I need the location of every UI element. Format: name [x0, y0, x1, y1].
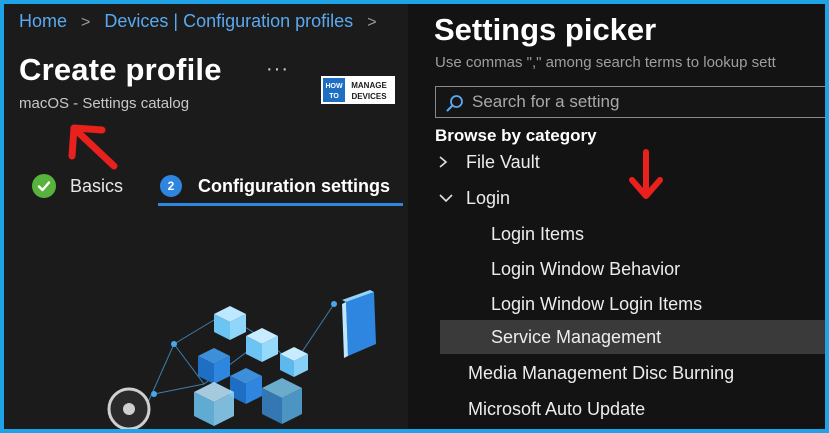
subcategory-login-window-behavior[interactable]: Login Window Behavior: [491, 252, 680, 286]
browse-by-category-heading: Browse by category: [435, 126, 605, 146]
screenshot-frame: Home > Devices | Configuration profiles …: [4, 4, 825, 429]
settings-picker-pane: Settings picker Use commas "," among sea…: [408, 4, 825, 429]
search-icon: [446, 95, 463, 112]
breadcrumb-configuration-profiles[interactable]: Devices | Configuration profiles: [104, 11, 353, 31]
chevron-right-icon: [438, 155, 454, 169]
wizard-steps: Basics 2 Configuration settings: [4, 164, 408, 214]
breadcrumb: Home > Devices | Configuration profiles …: [19, 11, 386, 32]
logo-text-devices: DEVICES: [351, 92, 387, 101]
category-media-management-disc-burning[interactable]: Media Management Disc Burning: [468, 356, 734, 390]
category-login[interactable]: Login: [438, 181, 510, 215]
breadcrumb-separator: >: [367, 14, 377, 31]
settings-picker-title: Settings picker: [434, 12, 657, 47]
category-microsoft-auto-update[interactable]: Microsoft Auto Update: [468, 392, 645, 426]
search-input[interactable]: [472, 87, 822, 117]
logo-text-to: TO: [329, 93, 339, 100]
page-title: Create profile: [19, 52, 222, 87]
step-number-badge: 2: [160, 175, 182, 197]
checkmark-icon: [32, 174, 56, 198]
category-label: Login: [466, 187, 511, 208]
category-file-vault[interactable]: File Vault: [438, 145, 540, 179]
more-options-button[interactable]: ···: [266, 58, 289, 81]
step-configuration-settings[interactable]: 2 Configuration settings: [160, 164, 390, 208]
subcategory-label: Service Management: [491, 326, 662, 347]
step-basics[interactable]: Basics: [32, 164, 123, 208]
chevron-down-icon: [438, 193, 454, 203]
logo-text-manage: MANAGE: [351, 81, 387, 90]
search-hint-text: Use commas "," among search terms to loo…: [435, 54, 776, 71]
step-basics-label: Basics: [70, 175, 124, 196]
how-to-manage-devices-logo: HOW TO MANAGE DEVICES: [321, 76, 395, 104]
breadcrumb-home[interactable]: Home: [19, 11, 67, 31]
active-step-underline: [158, 203, 403, 206]
subcategory-login-window-login-items[interactable]: Login Window Login Items: [491, 287, 702, 321]
category-label: File Vault: [466, 151, 540, 172]
profile-subtitle: macOS - Settings catalog: [19, 95, 190, 112]
subcategory-login-items[interactable]: Login Items: [491, 217, 584, 251]
step-configuration-settings-label: Configuration settings: [198, 175, 390, 196]
settings-illustration-icon: [107, 290, 376, 429]
create-profile-pane: Home > Devices | Configuration profiles …: [4, 4, 408, 429]
category-label: Media Management Disc Burning: [468, 362, 735, 383]
breadcrumb-separator: >: [81, 14, 91, 31]
subcategory-label: Login Window Behavior: [491, 258, 681, 279]
search-box[interactable]: [435, 86, 825, 118]
category-label: Microsoft Auto Update: [468, 398, 646, 419]
subcategory-label: Login Window Login Items: [491, 293, 703, 314]
logo-text-how: HOW: [325, 83, 343, 90]
subcategory-label: Login Items: [491, 223, 585, 244]
subcategory-service-management[interactable]: Service Management: [440, 320, 825, 354]
annotation-down-arrow-icon: [629, 149, 663, 199]
